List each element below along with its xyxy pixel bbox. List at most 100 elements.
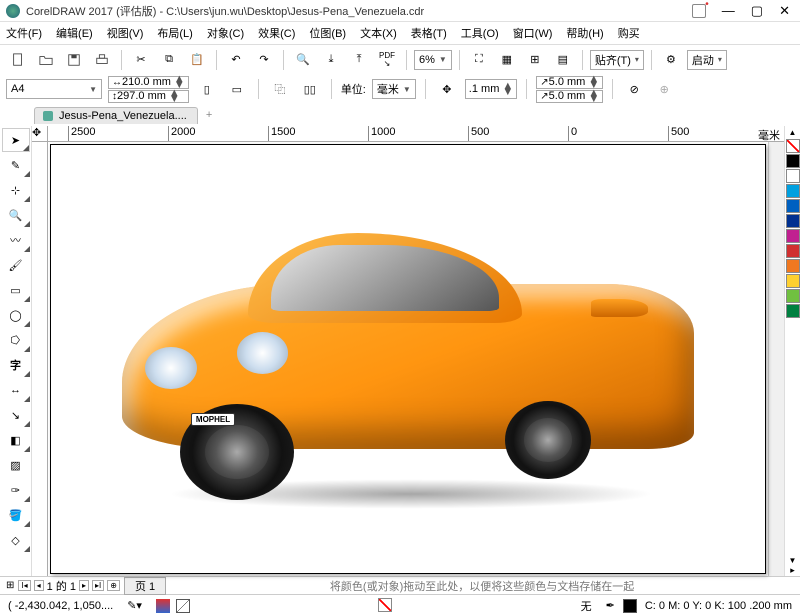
- ruler-vertical[interactable]: [32, 142, 48, 576]
- fill-indicator[interactable]: [176, 599, 190, 613]
- current-page-button[interactable]: ▯▯: [298, 77, 322, 101]
- outline-tool[interactable]: ◇: [2, 528, 30, 552]
- grid-button[interactable]: ⊞: [523, 48, 547, 72]
- ruler-horizontal[interactable]: 毫米 25002000150010005000500: [48, 126, 784, 142]
- export-button[interactable]: ⤒: [347, 48, 371, 72]
- menu-item[interactable]: 窗口(W): [513, 25, 553, 41]
- menu-item[interactable]: 位图(B): [309, 25, 346, 41]
- transparency-tool[interactable]: ▨: [2, 453, 30, 477]
- outline-pen-icon[interactable]: ✒: [606, 599, 615, 612]
- car-illustration[interactable]: MOPHEL: [122, 209, 693, 509]
- copy-button[interactable]: ⧉: [157, 48, 181, 72]
- units-combo[interactable]: 毫米▼: [372, 79, 416, 99]
- menu-item[interactable]: 编辑(E): [56, 25, 93, 41]
- new-button[interactable]: [6, 48, 30, 72]
- swatch-none[interactable]: [786, 139, 800, 153]
- ellipse-tool[interactable]: ◯: [2, 303, 30, 327]
- menu-item[interactable]: 视图(V): [107, 25, 144, 41]
- paste-button[interactable]: 📋: [185, 48, 209, 72]
- drawing-canvas[interactable]: MOPHEL: [50, 144, 766, 574]
- redo-button[interactable]: ↷: [252, 48, 276, 72]
- color-swatch[interactable]: [786, 199, 800, 213]
- fullscreen-button[interactable]: ⛶: [467, 48, 491, 72]
- add-preset-button[interactable]: ⊕: [652, 77, 676, 101]
- import-button[interactable]: ⤓: [319, 48, 343, 72]
- zoom-combo[interactable]: 6%▼: [414, 50, 452, 70]
- prev-page-button[interactable]: ◂: [34, 580, 44, 591]
- save-button[interactable]: [62, 48, 86, 72]
- outline-color-indicator[interactable]: [623, 599, 637, 613]
- color-swatch[interactable]: [786, 184, 800, 198]
- open-button[interactable]: [34, 48, 58, 72]
- portrait-button[interactable]: ▯: [195, 77, 219, 101]
- color-swatch[interactable]: [786, 154, 800, 168]
- document-tab[interactable]: Jesus-Pena_Venezuela....: [34, 107, 198, 124]
- menu-item[interactable]: 对象(C): [207, 25, 244, 41]
- menu-item[interactable]: 帮助(H): [566, 25, 603, 41]
- launch-combo[interactable]: 启动▾: [687, 50, 727, 70]
- doc-panel-toggle[interactable]: ⊞: [6, 580, 14, 591]
- rectangle-tool[interactable]: ▭: [2, 278, 30, 302]
- shape-tool[interactable]: ✎: [2, 153, 30, 177]
- page-tab[interactable]: 页 1: [124, 577, 166, 595]
- guides-button[interactable]: ▤: [551, 48, 575, 72]
- palette-flyout[interactable]: ▸: [785, 565, 800, 576]
- color-swatch[interactable]: [786, 244, 800, 258]
- dup-y[interactable]: ↗ 5.0 mm▲▼: [536, 90, 603, 103]
- menu-item[interactable]: 布局(L): [157, 25, 192, 41]
- color-swatch[interactable]: [786, 289, 800, 303]
- minimize-button[interactable]: —: [718, 3, 739, 18]
- next-page-button[interactable]: ▸: [79, 580, 89, 591]
- pdf-button[interactable]: PDF↘: [375, 48, 399, 72]
- cut-button[interactable]: ✂: [129, 48, 153, 72]
- menu-item[interactable]: 表格(T): [411, 25, 447, 41]
- vertical-scrollbar[interactable]: [768, 142, 784, 576]
- menu-item[interactable]: 工具(O): [461, 25, 499, 41]
- eyedropper-tool[interactable]: ✑: [2, 478, 30, 502]
- snap-combo[interactable]: 贴齐(T)▾: [590, 50, 644, 70]
- menu-item[interactable]: 购买: [618, 25, 640, 41]
- new-tab-button[interactable]: +: [206, 109, 212, 121]
- add-page-button[interactable]: ⊕: [107, 580, 120, 591]
- color-swatch[interactable]: [786, 214, 800, 228]
- connector-tool[interactable]: ↘: [2, 403, 30, 427]
- menu-item[interactable]: 文本(X): [360, 25, 397, 41]
- page-height[interactable]: ↕ 297.0 mm▲▼: [108, 90, 189, 103]
- text-tool[interactable]: 字: [2, 353, 30, 377]
- no-fill-icon[interactable]: [378, 598, 392, 612]
- fill-swatch-icon[interactable]: [156, 599, 170, 613]
- first-page-button[interactable]: I◂: [18, 580, 30, 591]
- options-button[interactable]: ⚙: [659, 48, 683, 72]
- undo-button[interactable]: ↶: [224, 48, 248, 72]
- paper-combo[interactable]: A4▼: [6, 79, 102, 99]
- print-button[interactable]: [90, 48, 114, 72]
- color-swatch[interactable]: [786, 274, 800, 288]
- search-button[interactable]: 🔍: [291, 48, 315, 72]
- artistic-media-tool[interactable]: 🖌: [2, 253, 30, 277]
- maximize-button[interactable]: ▢: [747, 3, 767, 19]
- freehand-tool[interactable]: 〰: [2, 228, 30, 252]
- close-button[interactable]: ✕: [775, 3, 794, 19]
- parallel-dim-tool[interactable]: ↔: [2, 378, 30, 402]
- landscape-button[interactable]: ▭: [225, 77, 249, 101]
- all-pages-button[interactable]: ⿻: [268, 77, 292, 101]
- ruler-origin[interactable]: ✥: [32, 126, 48, 142]
- palette-down[interactable]: ▼: [785, 556, 800, 565]
- last-page-button[interactable]: ▸I: [92, 580, 104, 591]
- menu-item[interactable]: 文件(F): [6, 25, 42, 41]
- palette-up[interactable]: ▲: [785, 126, 800, 139]
- drop-shadow-tool[interactable]: ◧: [2, 428, 30, 452]
- nudge-distance[interactable]: .1 mm▲▼: [465, 79, 517, 99]
- color-swatch[interactable]: [786, 259, 800, 273]
- fill-tool[interactable]: 🪣: [2, 503, 30, 527]
- pick-tool[interactable]: ➤: [2, 128, 30, 152]
- color-swatch[interactable]: [786, 304, 800, 318]
- zoom-tool[interactable]: 🔍: [2, 203, 30, 227]
- menu-item[interactable]: 效果(C): [258, 25, 295, 41]
- crop-tool[interactable]: ⊹: [2, 178, 30, 202]
- color-swatch[interactable]: [786, 169, 800, 183]
- treat-as-filled-button[interactable]: ⊘: [622, 77, 646, 101]
- color-swatch[interactable]: [786, 229, 800, 243]
- rulers-button[interactable]: ▦: [495, 48, 519, 72]
- shopping-icon[interactable]: [692, 4, 706, 18]
